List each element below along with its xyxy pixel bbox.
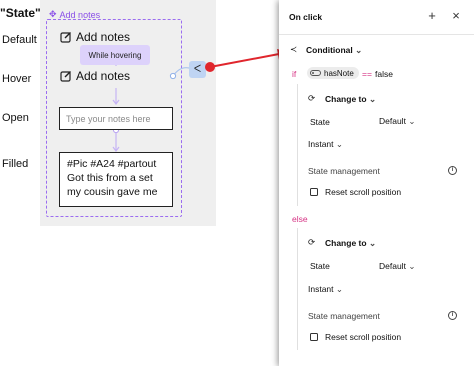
condition-value[interactable]: false [375, 69, 393, 79]
section-label: State management [308, 166, 380, 176]
state-field-label: State [310, 261, 330, 271]
chevron-down-icon: ⌄ [335, 139, 344, 149]
checkbox-label: Reset scroll position [325, 187, 402, 197]
info-icon[interactable]: i [448, 311, 457, 320]
else-keyword: else [292, 214, 308, 224]
state-field-label: State [310, 117, 330, 127]
if-branch-line [297, 84, 298, 206]
chevron-down-icon: ⌄ [408, 261, 416, 271]
reset-scroll-checkbox[interactable] [310, 333, 318, 341]
operator[interactable]: == [362, 69, 372, 79]
checkbox-label: Reset scroll position [325, 332, 402, 342]
action-label: Change to [325, 94, 367, 104]
chevron-down-icon: ⌄ [368, 238, 377, 248]
transition-select[interactable]: Instant ⌄ [308, 139, 343, 150]
if-keyword: if [292, 69, 297, 79]
reset-scroll-checkbox[interactable] [310, 188, 318, 196]
section-label: State management [308, 311, 380, 321]
state-select-value: Default [379, 116, 406, 126]
chevron-down-icon: ⌄ [355, 45, 363, 55]
change-to-icon: ⟳ [308, 237, 316, 247]
transition-value: Instant [308, 139, 334, 149]
transition-select[interactable]: Instant ⌄ [308, 284, 343, 295]
action-change-to[interactable]: Change to ⌄ [325, 94, 376, 105]
else-branch-line [297, 228, 298, 350]
transition-value: Instant [308, 284, 334, 294]
panel-title: On click [289, 12, 323, 22]
close-icon[interactable]: × [449, 9, 463, 23]
variable-chip[interactable]: hasNote [307, 67, 359, 79]
action-label: Conditional [306, 45, 353, 55]
state-select[interactable]: Default ⌄ [379, 116, 415, 127]
variable-name: hasNote [324, 68, 354, 78]
state-select[interactable]: Default ⌄ [379, 261, 415, 272]
change-to-icon: ⟳ [308, 93, 316, 103]
toggle-icon [310, 70, 321, 76]
chevron-down-icon: ⌄ [408, 116, 416, 126]
panel-header: On click + × [279, 0, 474, 35]
info-icon[interactable]: i [448, 166, 457, 175]
state-select-value: Default [379, 261, 406, 271]
chevron-down-icon: ⌄ [335, 284, 344, 294]
conditional-icon: ≺ [290, 44, 298, 54]
chevron-down-icon: ⌄ [368, 94, 377, 104]
action-change-to[interactable]: Change to ⌄ [325, 238, 376, 249]
add-icon[interactable]: + [425, 9, 439, 23]
action-conditional[interactable]: Conditional ⌄ [306, 45, 362, 56]
action-label: Change to [325, 238, 367, 248]
